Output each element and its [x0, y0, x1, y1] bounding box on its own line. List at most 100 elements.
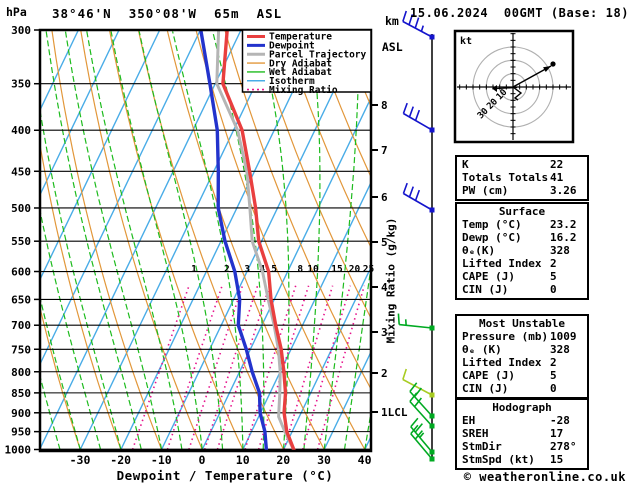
stat-value: 2	[550, 356, 557, 369]
stat-label: StmDir	[462, 440, 502, 453]
pressure-tick-label: 800	[11, 366, 31, 379]
temp-tick-label: 20	[276, 453, 290, 467]
stat-row: Lifted Index 2	[457, 356, 587, 369]
stat-row: StmSpd (kt) 15	[457, 453, 587, 466]
stat-value: 22	[550, 158, 564, 171]
stat-label: Dewp (°C)	[462, 231, 522, 244]
stat-value: 5	[550, 369, 557, 382]
mixing-ratio-value: 10	[307, 264, 319, 275]
barb-feather	[402, 10, 408, 22]
stat-label: Temp (°C)	[462, 218, 522, 231]
barb-level-dot	[429, 423, 435, 429]
km-tick-label: 6	[381, 191, 388, 204]
stat-label: Lifted Index	[462, 356, 542, 369]
stat-label: SREH	[462, 427, 489, 440]
stat-row: Totals Totals 41	[457, 171, 587, 184]
barb-feather	[414, 189, 421, 201]
stat-value: 17	[550, 427, 564, 440]
legend-label: Mixing Ratio	[269, 85, 338, 96]
pressure-tick-label: 400	[11, 124, 31, 137]
barb-staff	[409, 390, 433, 417]
mixing-ratio-value: 3	[244, 264, 250, 275]
wind-barb	[402, 368, 435, 398]
pressure-tick-label: 450	[11, 165, 31, 178]
hodograph-endpoint-dot	[550, 61, 556, 67]
stat-row: Lifted Index 2	[457, 257, 587, 270]
wet-adiabat-line	[364, 408, 371, 450]
stat-row: StmDir 278°	[457, 440, 587, 453]
barb-feather	[402, 368, 408, 380]
stat-value: 2	[550, 257, 557, 270]
pressure-tick-label: 600	[11, 266, 31, 279]
barb-feather	[408, 186, 414, 198]
stat-label: Lifted Index	[462, 257, 542, 270]
mixing-ratio-value: 5	[271, 264, 277, 275]
stat-row: Pressure (mb) 1009	[457, 330, 587, 343]
stat-value: 3.26	[550, 184, 577, 197]
asl-label: ASL	[381, 40, 403, 54]
pressure-tick-label: 700	[11, 319, 31, 332]
temp-tick-label: 30	[317, 453, 331, 467]
barb-level-dot	[429, 127, 435, 133]
barb-level-dot	[429, 456, 435, 462]
barb-level-dot	[429, 392, 435, 398]
mixing-ratio-value: 2	[224, 264, 230, 275]
stat-value: 15	[550, 453, 564, 466]
temp-tick-label: -10	[151, 453, 172, 467]
stat-value: 23.2	[550, 218, 577, 231]
stat-value: 0	[550, 382, 557, 395]
legend: TemperatureDewpointParcel TrajectoryDry …	[241, 29, 372, 96]
km-tick-label: 2	[381, 367, 388, 380]
stat-value: 328	[550, 343, 570, 356]
temp-tick-label: -30	[70, 453, 91, 467]
stat-label: CAPE (J)	[462, 369, 515, 382]
mixing-ratio-axis-title: Mixing Ratio (g/kg)	[384, 217, 398, 344]
most-unstable-panel: Most Unstable Pressure (mb) 1009 θₑ (K) 328 L…	[455, 314, 589, 399]
lcl-marker-label: 1LCL	[381, 406, 408, 419]
hodograph: 102030kt	[453, 29, 575, 144]
wind-barb	[410, 424, 435, 462]
wet-adiabat-line	[64, 31, 163, 450]
pressure-tick-label: 350	[11, 78, 31, 91]
stat-row: PW (cm) 3.26	[457, 184, 587, 197]
stat-label: EH	[462, 414, 476, 427]
mixing-ratio-value: 8	[297, 264, 303, 275]
x-axis-title: Dewpoint / Temperature (°C)	[116, 468, 334, 483]
mixing-ratio-value: 25	[363, 264, 375, 275]
temp-tick-label: -20	[110, 453, 131, 467]
stat-value: 1009	[550, 330, 577, 343]
barb-staff	[409, 400, 433, 427]
stat-row: EH -28	[457, 414, 587, 427]
barb-feather	[414, 109, 421, 121]
pressure-axis-unit: hPa	[6, 5, 27, 19]
station-title: 38°46'N 350°08'W 65m ASL	[52, 6, 283, 21]
hodograph-unit-label: kt	[460, 36, 472, 47]
km-tick-label: 8	[381, 99, 388, 112]
indices-panel: K 22 Totals Totals 41 PW (cm) 3.26	[455, 155, 589, 201]
stat-value: 16.2	[550, 231, 577, 244]
stat-value: 278°	[550, 440, 577, 453]
stat-label: Pressure (mb)	[462, 330, 549, 343]
stat-value: 328	[550, 244, 570, 257]
barb-half-feather	[420, 25, 425, 32]
wind-barb-column	[397, 10, 435, 462]
km-tick-label: 7	[381, 144, 388, 157]
pressure-tick-label: 500	[11, 202, 31, 215]
stat-label: K	[462, 158, 469, 171]
wet-adiabat-line	[86, 31, 183, 450]
mixing-ratio-line	[188, 285, 244, 450]
wind-barb	[402, 182, 435, 213]
dry-adiabat-line	[600, 30, 629, 450]
temp-tick-label: 10	[236, 453, 250, 467]
barb-feather	[408, 106, 414, 118]
barb-feather	[402, 102, 408, 114]
stat-label: θₑ (K)	[462, 343, 502, 356]
km-label: km	[385, 14, 399, 28]
stat-value: 0	[550, 283, 557, 296]
wind-barb	[402, 102, 435, 133]
barb-staff	[399, 323, 433, 329]
mixing-ratio-line	[283, 285, 334, 450]
stat-row: Temp (°C) 23.2	[457, 218, 587, 231]
mixing-ratio-value: 1	[191, 264, 197, 275]
wind-barb	[409, 382, 435, 419]
